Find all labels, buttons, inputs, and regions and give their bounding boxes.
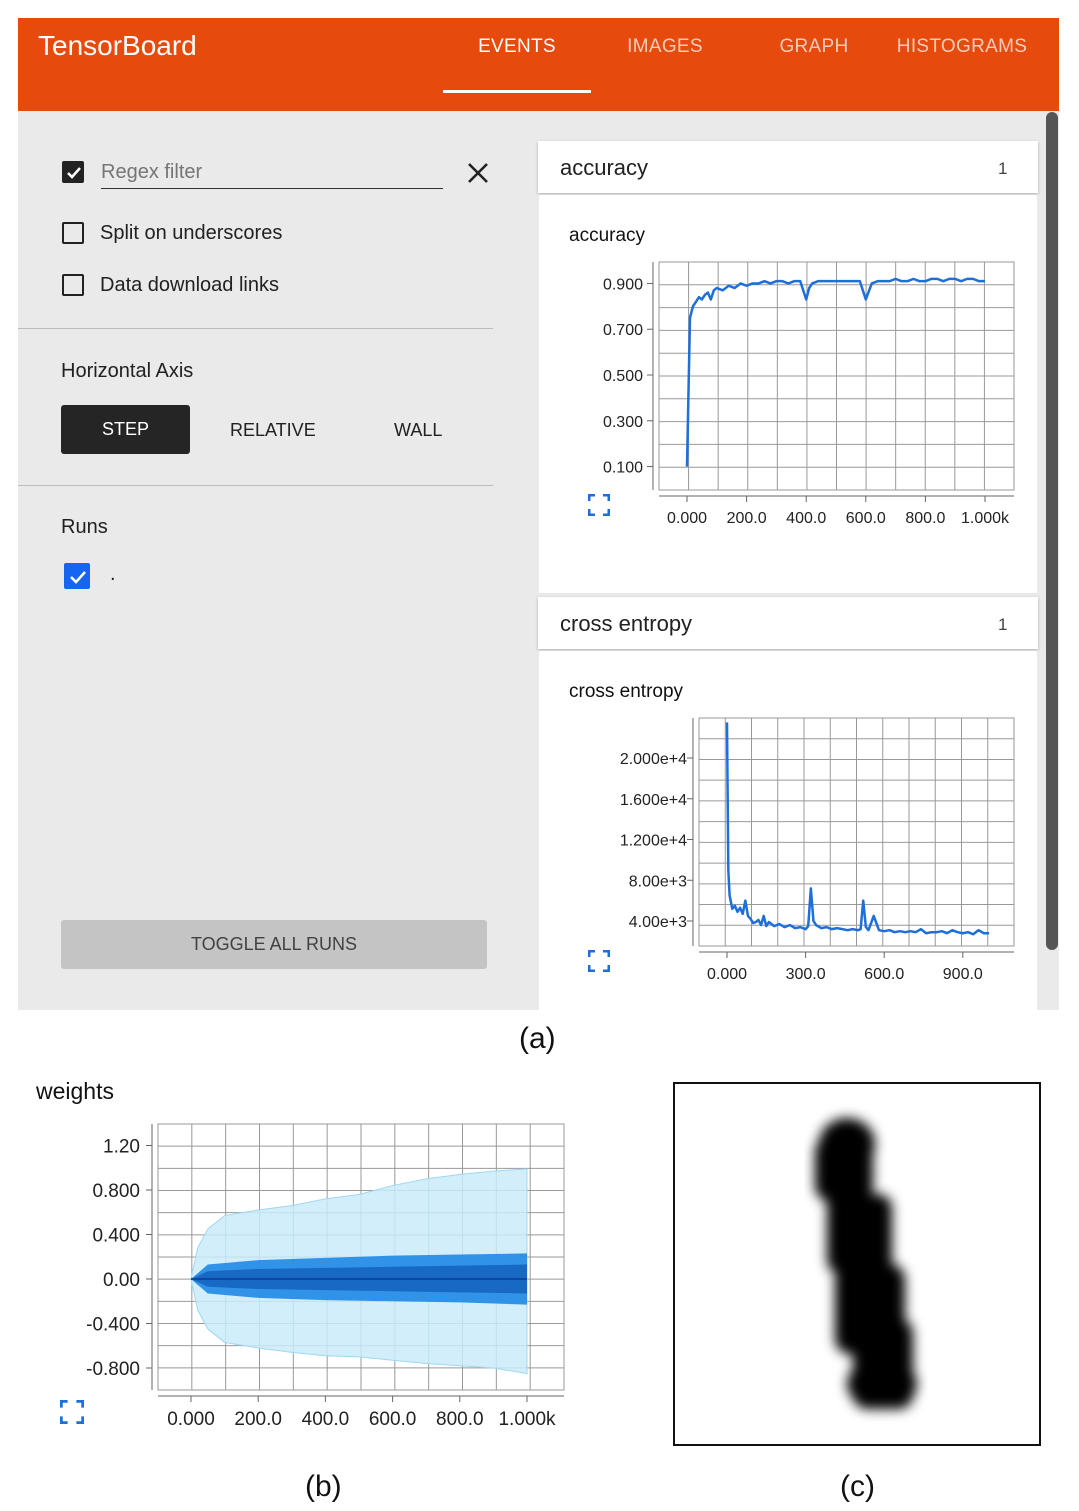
regex-filter-checkbox[interactable] — [62, 161, 84, 183]
scrollbar[interactable] — [1046, 112, 1058, 950]
run-label: . — [110, 563, 116, 585]
step-button[interactable]: STEP — [61, 405, 190, 454]
x-tick-label: 600.0 — [369, 1409, 417, 1430]
y-tick-label: 0.100 — [603, 460, 643, 477]
y-tick-label: -0.800 — [86, 1359, 140, 1380]
download-links-checkbox[interactable] — [62, 274, 84, 296]
active-tab-indicator — [443, 90, 591, 93]
caption-a: (a) — [519, 1022, 556, 1055]
cross-entropy-card-title: cross entropy — [560, 611, 693, 636]
y-tick-label: 0.400 — [92, 1226, 140, 1247]
x-tick-label: 0.000 — [667, 510, 707, 527]
y-tick-label: 1.600e+4 — [620, 792, 687, 809]
wall-button[interactable]: WALL — [394, 420, 442, 441]
divider — [18, 328, 493, 329]
x-tick-label: 600.0 — [864, 966, 904, 983]
caption-b: (b) — [305, 1470, 342, 1503]
close-icon[interactable] — [466, 161, 490, 185]
x-tick-label: 400.0 — [302, 1409, 350, 1430]
x-tick-label: 0.000 — [707, 966, 747, 983]
y-tick-label: 0.800 — [92, 1181, 140, 1202]
accuracy-chart-title: accuracy — [569, 225, 646, 246]
x-tick-label: 400.0 — [786, 510, 826, 527]
x-tick-label: 200.0 — [234, 1409, 282, 1430]
accuracy-chart: 0.100 0.300 0.500 0.700 0.900 0.000 200.0 400.0… — [603, 261, 1015, 527]
relative-button[interactable]: RELATIVE — [230, 420, 316, 441]
y-tick-label: 1.20 — [103, 1137, 140, 1158]
run-checkbox[interactable] — [64, 563, 90, 589]
accuracy-card-count: 1 — [998, 159, 1008, 178]
caption-c: (c) — [840, 1470, 875, 1503]
horizontal-axis-heading: Horizontal Axis — [61, 360, 194, 382]
runs-heading: Runs — [61, 516, 108, 538]
y-tick-label: 4.00e+3 — [629, 914, 687, 931]
y-tick-label: 0.500 — [603, 368, 643, 385]
digit-image — [673, 1082, 1041, 1446]
split-underscores-checkbox[interactable] — [62, 222, 84, 244]
x-tick-label: 800.0 — [436, 1409, 484, 1430]
x-tick-label: 1.000k — [498, 1409, 556, 1430]
y-tick-label: -0.400 — [86, 1315, 140, 1336]
sidebar — [18, 111, 510, 1010]
weights-chart: -0.800 -0.400 0.00 0.400 0.800 1.20 0.000 200.0… — [86, 1123, 565, 1430]
x-tick-label: 600.0 — [846, 510, 886, 527]
divider — [18, 485, 493, 486]
y-tick-label: 0.900 — [603, 276, 643, 293]
tab-events[interactable]: EVENTS — [442, 36, 592, 58]
app-title: TensorBoard — [38, 30, 197, 61]
accuracy-card-title: accuracy — [560, 155, 649, 180]
regex-filter-input[interactable] — [101, 156, 443, 189]
toggle-all-runs-button[interactable]: TOGGLE ALL RUNS — [61, 920, 487, 969]
y-tick-label: 0.300 — [603, 414, 643, 431]
y-tick-label: 8.00e+3 — [629, 873, 687, 890]
tab-histograms[interactable]: HISTOGRAMS — [887, 36, 1037, 58]
download-links-label: Data download links — [100, 274, 279, 296]
x-tick-label: 1.000k — [961, 510, 1010, 527]
y-tick-label: 0.700 — [603, 322, 643, 339]
cross-entropy-card-count: 1 — [998, 615, 1008, 634]
tab-images[interactable]: IMAGES — [590, 36, 740, 58]
cross-entropy-chart: 4.00e+3 8.00e+3 1.200e+4 1.600e+4 2.000e+4 0.… — [620, 717, 1015, 983]
tab-graph[interactable]: GRAPH — [739, 36, 889, 58]
expand-icon[interactable] — [587, 949, 611, 973]
split-underscores-label: Split on underscores — [100, 222, 283, 244]
cross-entropy-chart-title: cross entropy — [569, 681, 684, 702]
x-tick-label: 200.0 — [727, 510, 767, 527]
y-tick-label: 2.000e+4 — [620, 751, 687, 768]
x-tick-label: 900.0 — [943, 966, 983, 983]
expand-icon[interactable] — [587, 493, 611, 517]
weights-chart-title: weights — [36, 1078, 114, 1104]
x-tick-label: 800.0 — [905, 510, 945, 527]
expand-icon[interactable] — [59, 1399, 85, 1425]
x-tick-label: 0.000 — [167, 1409, 215, 1430]
y-tick-label: 1.200e+4 — [620, 833, 687, 850]
y-tick-label: 0.00 — [103, 1270, 140, 1291]
x-tick-label: 300.0 — [786, 966, 826, 983]
